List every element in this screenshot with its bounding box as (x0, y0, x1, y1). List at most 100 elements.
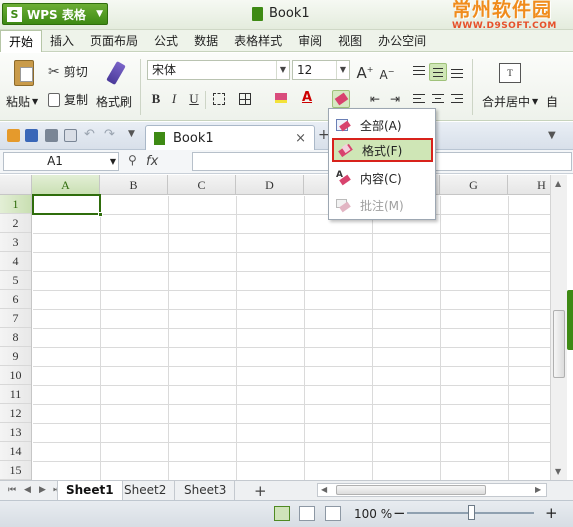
sheet-tab-2[interactable]: Sheet2 (116, 481, 176, 500)
fill-handle[interactable] (98, 212, 103, 217)
scroll-left-icon[interactable]: ◀ (321, 485, 327, 494)
paste-icon[interactable] (6, 59, 42, 87)
shrink-font-button[interactable]: A− (378, 63, 396, 82)
tab-table-style[interactable]: 表格样式 (226, 30, 290, 52)
decrease-indent-button[interactable]: ⇤ (366, 90, 384, 108)
insert-function-button[interactable]: fx (146, 154, 158, 169)
merge-center-button[interactable]: 合并居中 ▼ (482, 93, 538, 110)
row-header[interactable]: 15 (0, 461, 31, 480)
copy-button[interactable]: 复制 (48, 91, 88, 108)
font-color-button[interactable]: A (298, 89, 316, 107)
tab-page-layout[interactable]: 页面布局 (82, 30, 146, 52)
row-header[interactable]: 11 (0, 385, 31, 404)
redo-icon[interactable]: ↷ (104, 127, 115, 142)
table-border-button[interactable] (236, 90, 254, 108)
print-preview-icon[interactable] (64, 129, 77, 142)
save-icon[interactable] (25, 129, 38, 142)
doc-tab-book1[interactable]: Book1 × (145, 125, 315, 150)
align-bottom-button[interactable] (448, 63, 466, 81)
column-header-g[interactable]: G (440, 175, 508, 195)
cell-area[interactable] (33, 196, 550, 480)
align-right-button[interactable] (448, 91, 466, 109)
column-header-h[interactable]: H (508, 175, 550, 195)
align-left-button[interactable] (410, 91, 428, 109)
horizontal-scroll-thumb[interactable] (336, 485, 486, 495)
prev-sheet-icon[interactable]: ◀ (24, 485, 31, 495)
row-header[interactable]: 1 (0, 195, 31, 214)
format-painter-icon[interactable] (102, 59, 130, 87)
vertical-scrollbar[interactable]: ▲ ▼ (550, 175, 567, 480)
format-painter-button[interactable]: 格式刷 (96, 93, 132, 110)
row-header[interactable]: 9 (0, 347, 31, 366)
app-menu-button[interactable]: S WPS 表格 ▼ (2, 3, 108, 25)
row-header[interactable]: 2 (0, 214, 31, 233)
row-header[interactable]: 7 (0, 309, 31, 328)
print-icon[interactable] (45, 129, 58, 142)
tab-office-space[interactable]: 办公空间 (370, 30, 434, 52)
underline-button[interactable]: U (185, 90, 203, 108)
grow-font-button[interactable]: A+ (356, 61, 374, 82)
tab-formulas[interactable]: 公式 (146, 30, 186, 52)
align-top-button[interactable] (410, 63, 428, 81)
add-sheet-button[interactable]: + (254, 482, 267, 500)
column-header-b[interactable]: B (100, 175, 168, 195)
full-screen-view-icon[interactable] (325, 506, 341, 521)
clear-content-item[interactable]: A 内容(C) (332, 166, 433, 190)
italic-button[interactable]: I (165, 90, 183, 108)
scroll-up-icon[interactable]: ▲ (555, 179, 561, 188)
font-family-select[interactable]: 宋体 ▼ (147, 60, 290, 80)
clear-all-item[interactable]: 全部(A) (332, 113, 433, 137)
tab-list-icon[interactable]: ▼ (548, 130, 556, 141)
open-icon[interactable] (7, 129, 20, 142)
row-header[interactable]: 5 (0, 271, 31, 290)
bold-button[interactable]: B (147, 90, 165, 108)
scroll-right-icon[interactable]: ▶ (535, 485, 541, 494)
fill-color-button[interactable] (272, 90, 290, 108)
zoom-slider-thumb[interactable] (467, 505, 475, 520)
row-header[interactable]: 13 (0, 423, 31, 442)
first-sheet-icon[interactable]: ⏮ (8, 485, 16, 495)
row-header[interactable]: 14 (0, 442, 31, 461)
name-box[interactable]: A1 ▼ (3, 152, 119, 171)
border-button[interactable] (210, 90, 228, 108)
clear-button[interactable] (332, 90, 350, 108)
sheet-tab-1[interactable]: Sheet1 (57, 481, 123, 500)
side-panel-handle[interactable] (567, 290, 573, 350)
increase-indent-button[interactable]: ⇥ (386, 90, 404, 108)
vertical-scroll-thumb[interactable] (553, 310, 565, 378)
tab-home[interactable]: 开始 (0, 29, 43, 52)
next-sheet-icon[interactable]: ▶ (39, 485, 46, 495)
zoom-level[interactable]: 100 % (354, 507, 392, 521)
align-middle-button[interactable] (429, 63, 447, 81)
align-center-button[interactable] (429, 91, 447, 109)
zoom-out-button[interactable]: − (393, 504, 406, 522)
row-header[interactable]: 6 (0, 290, 31, 309)
merge-center-icon[interactable]: T (498, 61, 522, 85)
scroll-down-icon[interactable]: ▼ (555, 467, 561, 476)
normal-view-icon[interactable] (274, 506, 290, 521)
close-icon[interactable]: × (295, 131, 306, 146)
row-header[interactable]: 4 (0, 252, 31, 271)
font-size-select[interactable]: 12 ▼ (292, 60, 350, 80)
paste-button[interactable]: 粘贴 ▼ (6, 93, 38, 110)
horizontal-scrollbar[interactable]: ◀ ▶ (317, 483, 547, 497)
cut-button[interactable]: ✂ 剪切 (48, 63, 88, 80)
tab-view[interactable]: 视图 (330, 30, 370, 52)
customize-toolbar-icon[interactable]: ▼ (128, 129, 135, 139)
row-header[interactable]: 12 (0, 404, 31, 423)
column-header-c[interactable]: C (168, 175, 236, 195)
sheet-tab-3[interactable]: Sheet3 (176, 481, 236, 500)
tab-review[interactable]: 审阅 (290, 30, 330, 52)
tab-insert[interactable]: 插入 (42, 30, 82, 52)
zoom-in-button[interactable]: + (545, 504, 558, 522)
zoom-lens-icon[interactable]: ⚲ (128, 153, 137, 167)
page-break-view-icon[interactable] (299, 506, 315, 521)
undo-icon[interactable]: ↶ (84, 127, 95, 142)
select-all-corner[interactable] (0, 175, 32, 195)
tab-data[interactable]: 数据 (186, 30, 226, 52)
row-header[interactable]: 8 (0, 328, 31, 347)
row-header[interactable]: 3 (0, 233, 31, 252)
row-header[interactable]: 10 (0, 366, 31, 385)
column-header-a[interactable]: A (32, 175, 100, 195)
clear-format-item[interactable]: 格式(F) (332, 138, 433, 162)
